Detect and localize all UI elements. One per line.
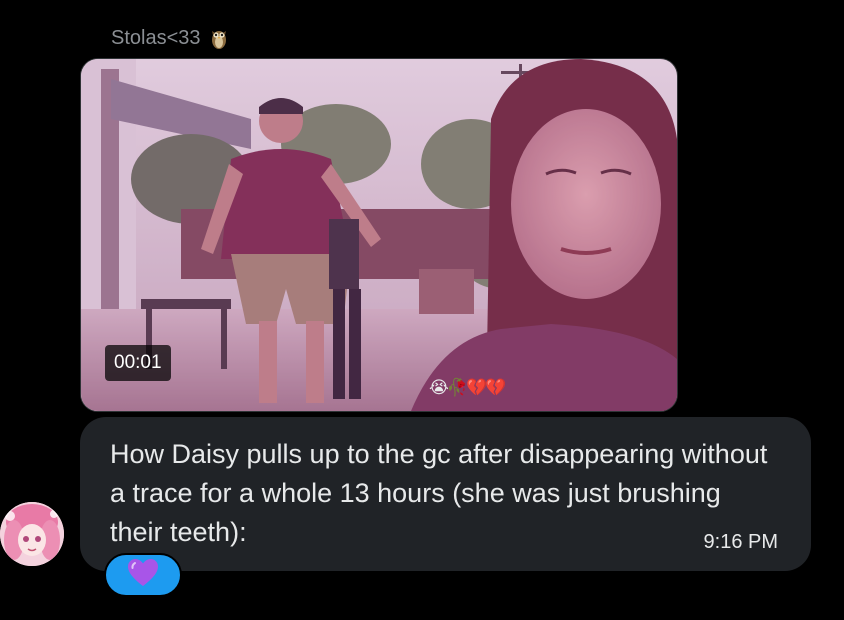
- sender-name: Stolas<33: [111, 27, 201, 49]
- video-duration-badge: 00:01: [105, 345, 171, 381]
- sender-header: Stolas<33: [111, 24, 229, 52]
- sender-avatar[interactable]: [0, 502, 64, 566]
- avatar-image: [0, 502, 64, 566]
- owl-emoji-icon: [209, 26, 229, 50]
- reaction-pill[interactable]: [104, 553, 182, 597]
- message-timestamp: 9:16 PM: [703, 531, 778, 553]
- message-text: How Daisy pulls up to the gc after disap…: [110, 439, 768, 547]
- message-bubble[interactable]: How Daisy pulls up to the gc after disap…: [80, 417, 811, 571]
- video-stickers: 😭🥀💔💔: [429, 378, 506, 397]
- purple-heart-icon: [127, 558, 159, 593]
